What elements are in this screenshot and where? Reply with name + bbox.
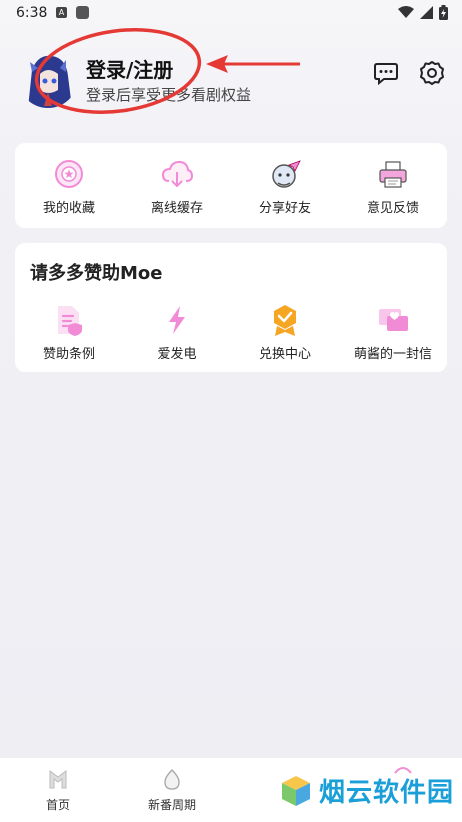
signal-icon	[420, 6, 433, 19]
favorites-label: 我的收藏	[42, 201, 95, 216]
redeem-center-action[interactable]: 兑换中心	[231, 303, 339, 362]
tab-new-season-label: 新番周期	[147, 798, 196, 812]
watermark: 烟云软件园	[279, 772, 454, 809]
battery-icon	[439, 5, 448, 20]
share-icon	[272, 160, 301, 188]
login-register-title[interactable]: 登录/注册	[86, 54, 173, 83]
letter-action[interactable]: 萌酱的一封信	[339, 303, 447, 362]
afdian-label: 爱发电	[157, 347, 197, 362]
favorites-action[interactable]: 我的收藏	[15, 157, 123, 216]
quick-actions-card: 我的收藏 离线缓存 分享好友 意见反馈	[15, 143, 447, 228]
profile-header: 登录/注册 登录后享受更多看剧权益	[0, 40, 462, 120]
tab-new-season[interactable]: 新番周期	[132, 768, 212, 813]
offline-cache-label: 离线缓存	[150, 201, 203, 216]
feedback-printer-icon	[379, 161, 407, 188]
status-time: 6:38	[16, 5, 48, 21]
notification-a-icon: A	[56, 7, 67, 18]
afdian-action[interactable]: 爱发电	[123, 303, 231, 362]
watermark-text: 烟云软件园	[318, 778, 454, 808]
home-icon	[49, 770, 67, 789]
tab-home[interactable]: 首页	[18, 768, 98, 813]
cloud-download-icon	[161, 160, 194, 188]
settings-gear-icon[interactable]	[419, 60, 445, 86]
anime-avatar-icon	[18, 48, 78, 108]
badge-check-icon	[274, 305, 296, 336]
sponsor-title: 请多多赞助Moe	[30, 263, 163, 284]
feedback-action[interactable]: 意见反馈	[339, 157, 447, 216]
tab-home-label: 首页	[45, 798, 70, 812]
avatar[interactable]	[18, 48, 78, 108]
share-friends-action[interactable]: 分享好友	[231, 157, 339, 216]
lightning-icon	[169, 306, 185, 334]
document-shield-icon	[58, 306, 82, 336]
wifi-icon	[398, 6, 414, 18]
favorites-icon	[55, 160, 83, 188]
letter-label: 萌酱的一封信	[353, 347, 432, 362]
status-bar: 6:38 A	[0, 0, 462, 26]
sponsor-terms-action[interactable]: 赞助条例	[15, 303, 123, 362]
redeem-center-label: 兑换中心	[258, 347, 311, 362]
sponsor-card: 请多多赞助Moe 赞助条例 爱发电 兑换中心 萌酱的一封信	[15, 243, 447, 372]
offline-cache-action[interactable]: 离线缓存	[123, 157, 231, 216]
sponsor-terms-label: 赞助条例	[42, 347, 95, 362]
egg-icon	[164, 769, 180, 790]
feedback-label: 意见反馈	[366, 201, 419, 216]
share-friends-label: 分享好友	[258, 201, 311, 216]
login-subtitle: 登录后享受更多看剧权益	[86, 86, 252, 104]
message-icon[interactable]	[373, 60, 399, 86]
letter-heart-icon	[379, 309, 408, 331]
notification-square-icon	[76, 6, 89, 19]
watermark-cube-icon	[281, 775, 310, 806]
